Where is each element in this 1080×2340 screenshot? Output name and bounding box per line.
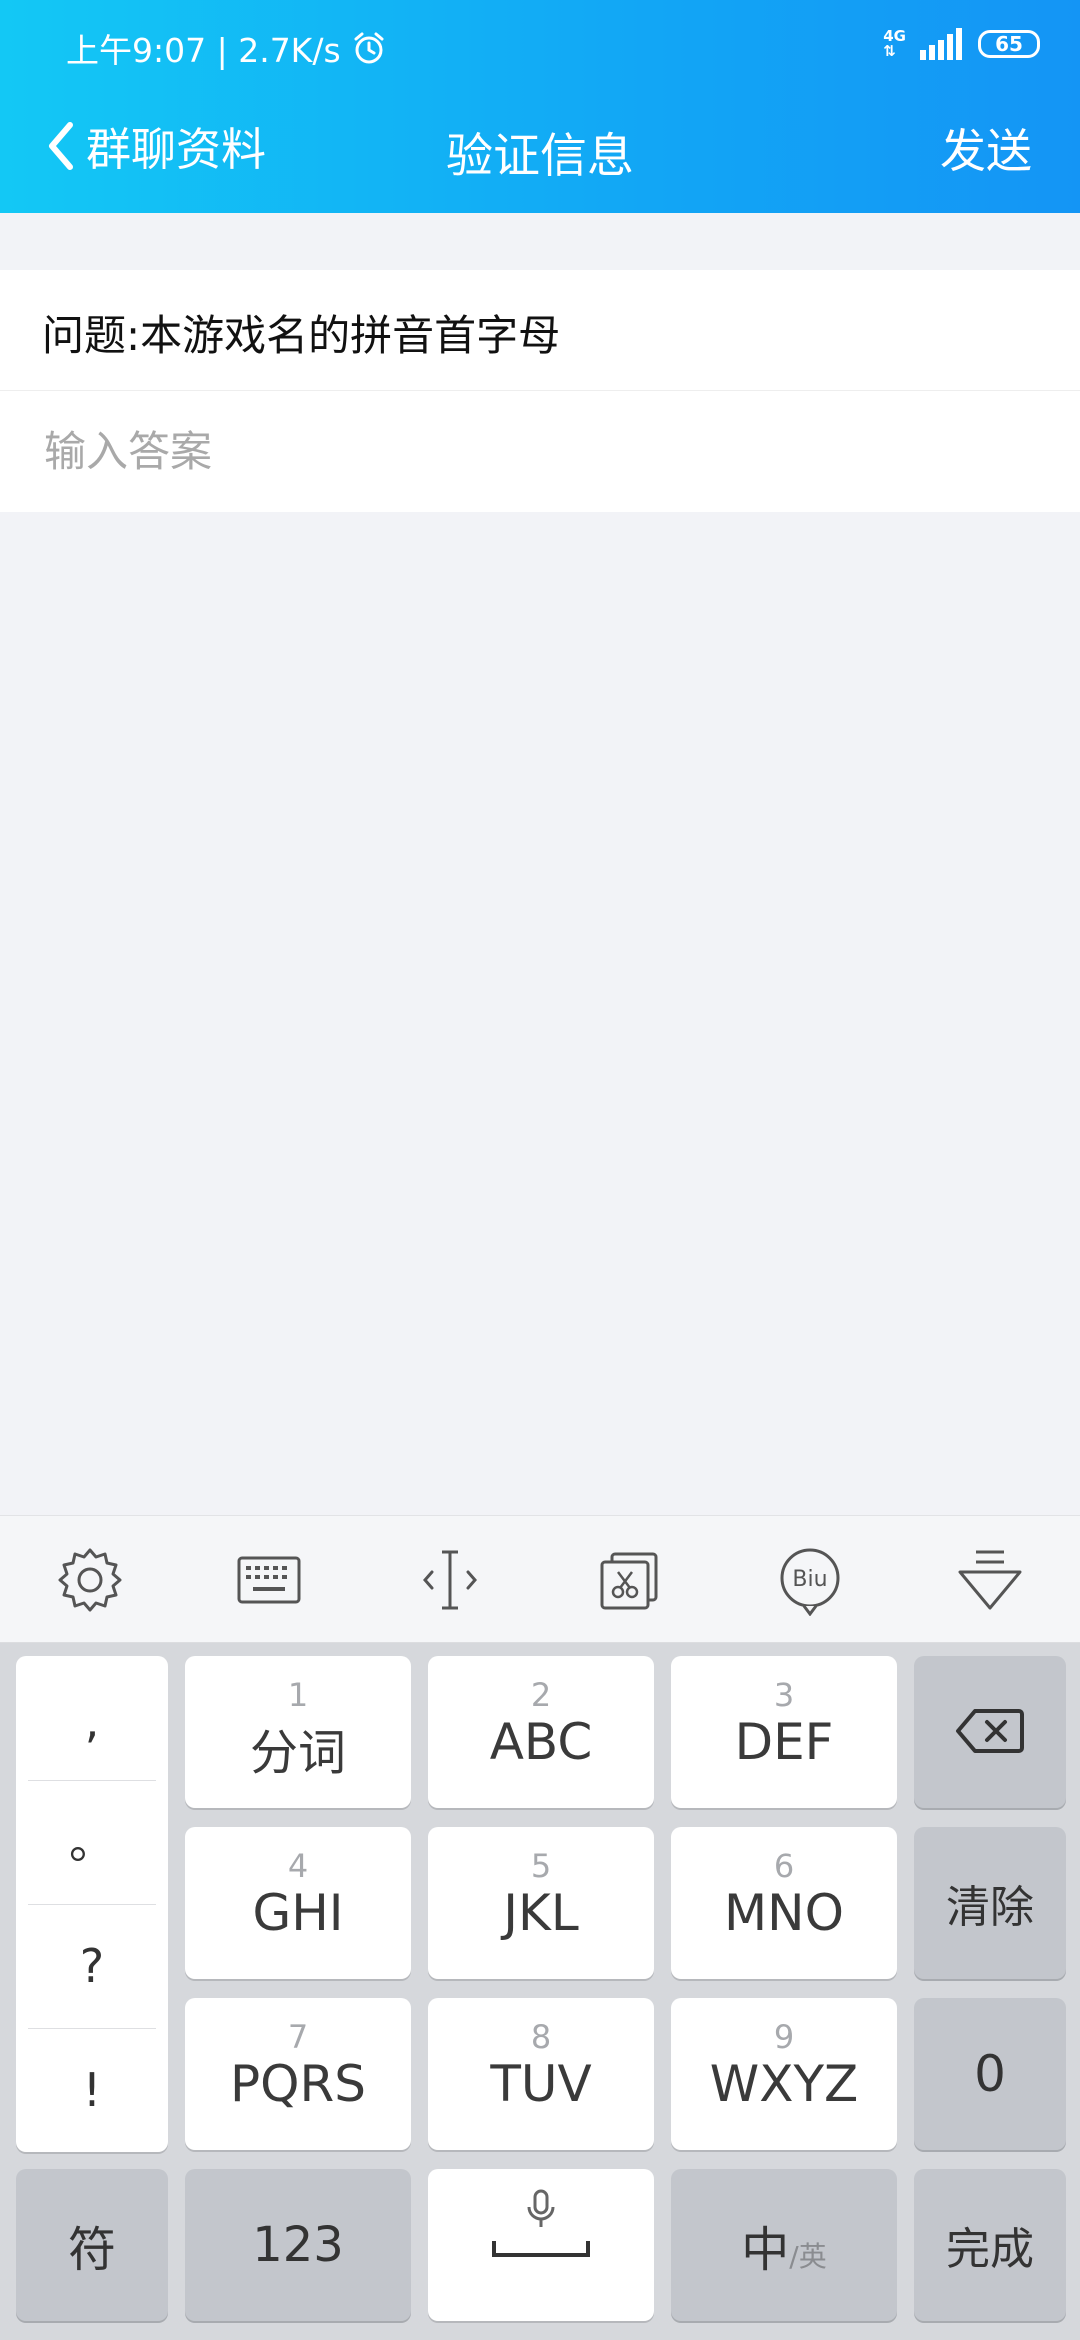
space-bar-icon — [492, 2241, 590, 2257]
key-6[interactable]: 6 MNO — [671, 1827, 897, 1979]
key-number: 5 — [530, 1847, 552, 1885]
backspace-icon — [956, 1709, 1024, 1753]
key-9[interactable]: 9 WXYZ — [671, 1998, 897, 2150]
key-label: 分词 — [249, 1725, 346, 1781]
key-4[interactable]: 4 GHI — [185, 1827, 411, 1979]
cursor-icon[interactable] — [414, 1544, 486, 1616]
key-8[interactable]: 8 TUV — [428, 1998, 654, 2150]
key-2[interactable]: 2 ABC — [428, 1656, 654, 1808]
punct-question-key[interactable]: ? — [26, 1904, 158, 2028]
question-row: 问题:本游戏名的拼音首字母 — [0, 270, 1080, 391]
send-button[interactable]: 发送 — [940, 115, 1032, 181]
svg-text:Biu: Biu — [792, 1567, 827, 1592]
symbol-label: 符 — [67, 2222, 116, 2278]
battery-indicator: 65 — [978, 30, 1040, 58]
numeric-key[interactable]: 123 — [185, 2169, 411, 2321]
punct-exclamation-key[interactable]: ! — [26, 2028, 158, 2152]
key-number: 1 — [287, 1676, 309, 1714]
done-key[interactable]: 完成 — [914, 2169, 1066, 2321]
page-title: 验证信息 — [446, 129, 634, 184]
key-number: 4 — [287, 1847, 309, 1885]
key-number: 9 — [773, 2018, 795, 2056]
answer-row — [0, 391, 1080, 512]
keyboard-icon[interactable] — [233, 1544, 305, 1616]
lang-main-label: 中 — [741, 2222, 790, 2278]
lang-sub-label: /英 — [789, 2240, 827, 2273]
key-7[interactable]: 7 PQRS — [185, 1998, 411, 2150]
punctuation-column: , 。 ? ! — [16, 1656, 168, 2152]
answer-input[interactable] — [42, 419, 1026, 483]
zero-key[interactable]: 0 — [914, 1998, 1066, 2150]
key-label: MNO — [724, 1884, 844, 1942]
key-5[interactable]: 5 JKL — [428, 1827, 654, 1979]
status-bar: 上午9:07 | 2.7K/s 4G ⇅ 65 — [0, 0, 1080, 95]
key-number: 6 — [773, 1847, 795, 1885]
signal-icon — [920, 28, 962, 60]
punct-period-key[interactable]: 。 — [26, 1780, 158, 1904]
key-number: 7 — [287, 2018, 309, 2056]
key-1[interactable]: 1 分词 — [185, 1656, 411, 1808]
clear-label: 清除 — [946, 1882, 1034, 1933]
key-label: WXYZ — [709, 2055, 859, 2113]
key-label: GHI — [252, 1884, 344, 1942]
zero-label: 0 — [974, 2045, 1006, 2103]
key-number: 8 — [530, 2018, 552, 2056]
nav-bar: 群聊资料 验证信息 发送 — [0, 95, 1080, 213]
microphone-icon — [527, 2189, 555, 2227]
key-label: DEF — [734, 1713, 834, 1771]
alarm-icon — [354, 32, 384, 64]
status-time-speed: 上午9:07 | 2.7K/s — [66, 31, 341, 70]
header-bar: 上午9:07 | 2.7K/s 4G ⇅ 65 群聊资料 验证信息 发送 — [0, 0, 1080, 213]
clear-key[interactable]: 清除 — [914, 1827, 1066, 1979]
punct-comma-key[interactable]: , — [26, 1656, 158, 1780]
key-number: 3 — [773, 1676, 795, 1714]
symbol-key[interactable]: 符 — [16, 2169, 168, 2321]
key-number: 2 — [530, 1676, 552, 1714]
clipboard-icon[interactable] — [594, 1544, 666, 1616]
key-label: JKL — [503, 1884, 579, 1942]
question-text: 问题:本游戏名的拼音首字母 — [42, 311, 561, 360]
data-arrows-icon: ⇅ — [883, 42, 896, 60]
key-3[interactable]: 3 DEF — [671, 1656, 897, 1808]
backspace-key[interactable] — [914, 1656, 1066, 1808]
space-key[interactable] — [428, 2169, 654, 2321]
done-label: 完成 — [946, 2224, 1034, 2275]
battery-level: 65 — [995, 32, 1023, 56]
keyboard-toolbar: Biu — [0, 1515, 1080, 1643]
language-toggle-key[interactable]: 中/英 — [671, 2169, 897, 2321]
numeric-label: 123 — [252, 2217, 344, 2273]
key-label: ABC — [489, 1713, 593, 1771]
gear-icon[interactable] — [54, 1544, 126, 1616]
key-label: TUV — [490, 2055, 592, 2113]
key-label: PQRS — [230, 2055, 366, 2113]
collapse-keyboard-icon[interactable] — [954, 1544, 1026, 1616]
biu-icon[interactable]: Biu — [774, 1544, 846, 1616]
